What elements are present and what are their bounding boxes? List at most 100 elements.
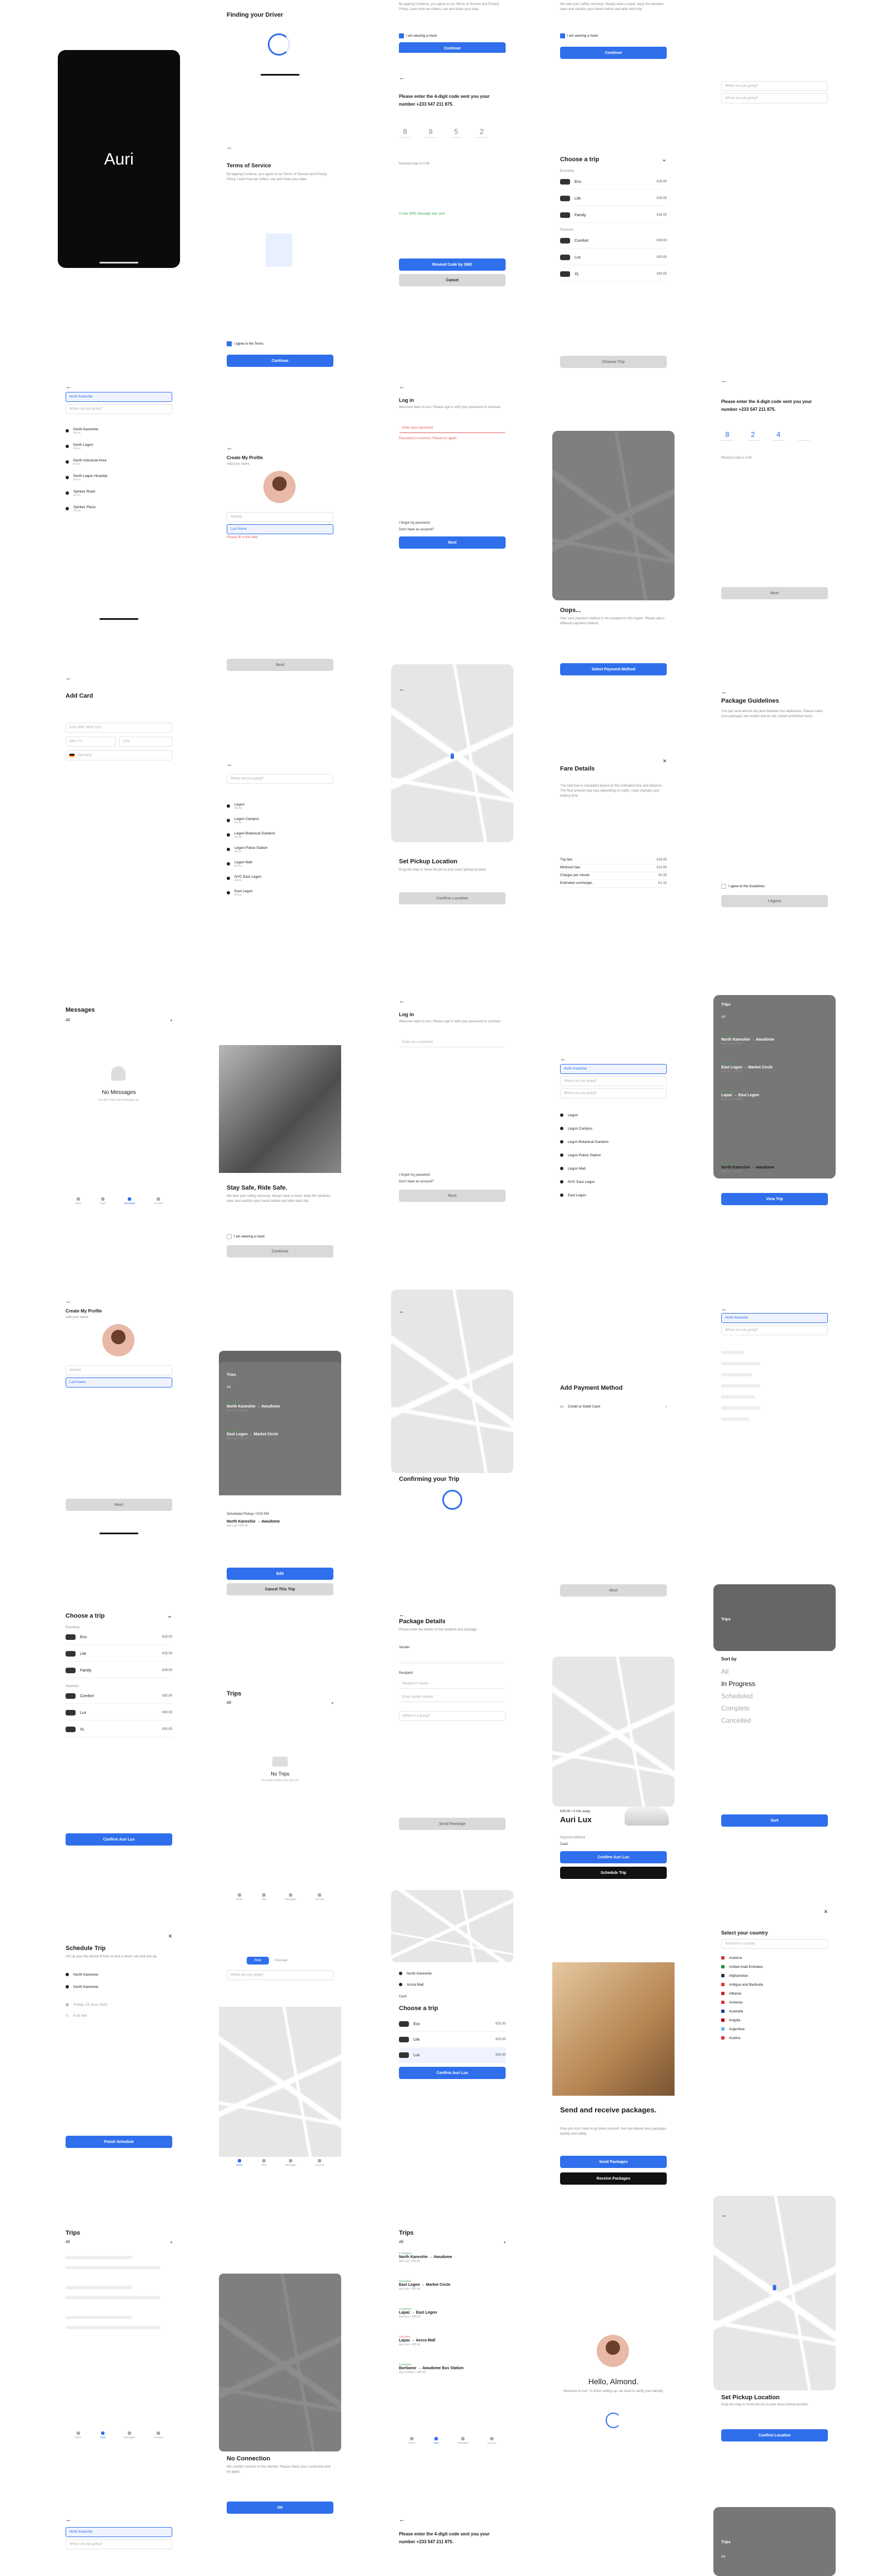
expiry-input[interactable]: MM / YY [66,737,116,747]
input [399,1653,506,1663]
avatar[interactable] [263,471,296,503]
signup-link[interactable]: Don't have an account? [399,528,506,533]
last-name-input[interactable]: Last Name [66,1377,172,1388]
btn[interactable]: Choose Trip [560,356,667,368]
ok-button[interactable]: OK [227,2502,333,2514]
loc: Legon Accra [227,800,333,812]
card-number-input[interactable]: 0123 4567 8910 1112 [66,723,172,733]
sort-button[interactable]: Sort [721,1814,828,1827]
password-input[interactable]: Enter your password [399,423,506,433]
ic [399,2021,409,2027]
forgot-link[interactable]: I forgot my password [399,521,506,526]
p: Recipient [399,1672,413,1675]
close-icon[interactable]: ✕ [168,1933,172,1940]
p: You can send almost any item between two… [721,710,823,718]
tab-messages[interactable]: Messages [124,1197,136,1206]
continue-button[interactable]: Continue [227,355,333,367]
btn[interactable]: Confirm Location [721,2429,828,2441]
first-name-input[interactable]: Almond [66,1365,172,1375]
h1: Add Payment Method [560,1385,623,1391]
card-option[interactable]: ▭ Credit or Debit Card › [560,1401,667,1412]
dot [66,507,69,510]
confirm-button[interactable]: Confirm Auri Lux [66,1833,172,1846]
agree-checkbox[interactable]: I agree to the Terms [227,341,263,346]
view-trip-button[interactable]: View Trip [721,1193,828,1205]
btn[interactable]: Send Package [399,1818,506,1830]
input: Last Name [227,524,333,534]
loc: Legon Botanical Gardens Accra [227,829,333,841]
from-location[interactable]: North Kaneshie [66,1969,172,1980]
trip: Completed Lapaz → East Legon Auri Eco • ¢2… [399,2307,506,2319]
ic [66,1727,76,1732]
country-search[interactable]: Search for a country [721,1939,828,1949]
dot [227,819,230,822]
time-field[interactable]: ◷ 4:00 PM [66,2010,172,2021]
result-item[interactable]: Spintex Road Accra [66,488,172,499]
close-icon[interactable]: ✕ [823,1909,828,1915]
filter-select[interactable]: All ▾ [66,1018,172,1023]
date-field[interactable]: ▦ Friday, 23 June 2023 [66,1999,172,2010]
p: We take your safety seriously. Always we… [560,3,664,11]
result-item[interactable]: North Industrial Area Accra [66,456,172,468]
close-icon[interactable]: ✕ [662,758,667,764]
cvv-input[interactable]: CVV [119,737,172,747]
sort-option[interactable]: Scheduled [721,1692,753,1700]
dot [66,491,69,495]
btn[interactable]: Send Packages [560,2156,667,2168]
avatar[interactable] [102,1324,134,1356]
btn[interactable]: Schedule Trip [560,1867,667,1879]
sort-option[interactable]: Complete [721,1704,750,1712]
pickup-input[interactable]: North Kaneshie [66,392,172,402]
resend-button[interactable]: Resend Code by SMS [399,258,506,271]
back-arrow-icon[interactable]: ← [66,1299,72,1305]
span: North Legon Hospital [73,474,108,478]
back-arrow-icon[interactable]: ← [66,675,72,682]
sort-option[interactable]: Cancelled [721,1717,751,1724]
btn[interactable]: Confirm Location [399,892,506,904]
k: Completed [399,2308,411,2310]
b: North Kaneshie → Awudome [227,1405,280,1409]
row: Eco ¢25.00 [560,175,667,190]
chev: ⌄ [167,1613,172,1619]
sort-option[interactable]: All [721,1668,728,1675]
map[interactable] [219,2007,341,2157]
search-screen: ← North Kaneshie Where are you going? No… [58,370,180,631]
result-item[interactable]: Spintex Plaza Accra [66,503,172,514]
btn[interactable]: Next [399,536,506,549]
finish-schedule-button[interactable]: Finish Schedule [66,2136,172,2148]
result-item[interactable]: North Legon Accra [66,441,172,452]
country-select[interactable]: Germany [66,750,172,760]
span: Trips [433,2441,439,2444]
cancel-trip-button[interactable]: Cancel This Trip [227,1583,333,1595]
filter-select[interactable]: All ▾ [66,2240,172,2245]
mask-checkbox[interactable]: I am wearing a mask [227,1234,264,1239]
destination-input[interactable]: Where are you going? [66,404,172,414]
i [128,2431,132,2435]
btn[interactable]: Confirm Auri Lux [399,2067,506,2079]
btn[interactable]: Confirm Auri Lux [560,1851,667,1863]
car-icon [268,33,290,56]
destination-input[interactable]: Where are you going? [227,1970,333,1980]
btn[interactable]: Next [227,659,333,671]
cancel-button[interactable]: Cancel [399,274,506,286]
btn[interactable]: I Agree [721,895,828,907]
btn[interactable]: Next [560,1584,667,1597]
btn[interactable]: Receive Packages [560,2172,667,2185]
sort-option[interactable]: In Progress [721,1680,755,1688]
to-location[interactable]: North Kaneshie [66,1981,172,1992]
edit-button[interactable]: Edit [227,1568,333,1580]
back-arrow-icon[interactable]: ← [66,384,72,390]
next-button[interactable]: Next [66,1499,172,1511]
ride-tab[interactable]: Ride [247,1957,269,1965]
result-item[interactable]: North Kaneshie Accra [66,425,172,436]
package-tab[interactable]: Package [274,1957,287,1965]
tab-trips[interactable]: Trips [100,1197,106,1206]
guidelines-checkbox[interactable]: I agree to the Guidelines [721,884,765,889]
btn[interactable]: Continue [227,1245,333,1257]
select-payment-button[interactable]: Select Payment Method [560,663,667,675]
i [157,1197,161,1201]
result-item[interactable]: North Legon Hospital Accra [66,472,172,483]
tab-account[interactable]: Account [154,1197,163,1206]
fare-details-screen: ✕ Fare Details The total fare is calcula… [552,745,675,967]
tab-home[interactable]: Home [75,1197,82,1206]
